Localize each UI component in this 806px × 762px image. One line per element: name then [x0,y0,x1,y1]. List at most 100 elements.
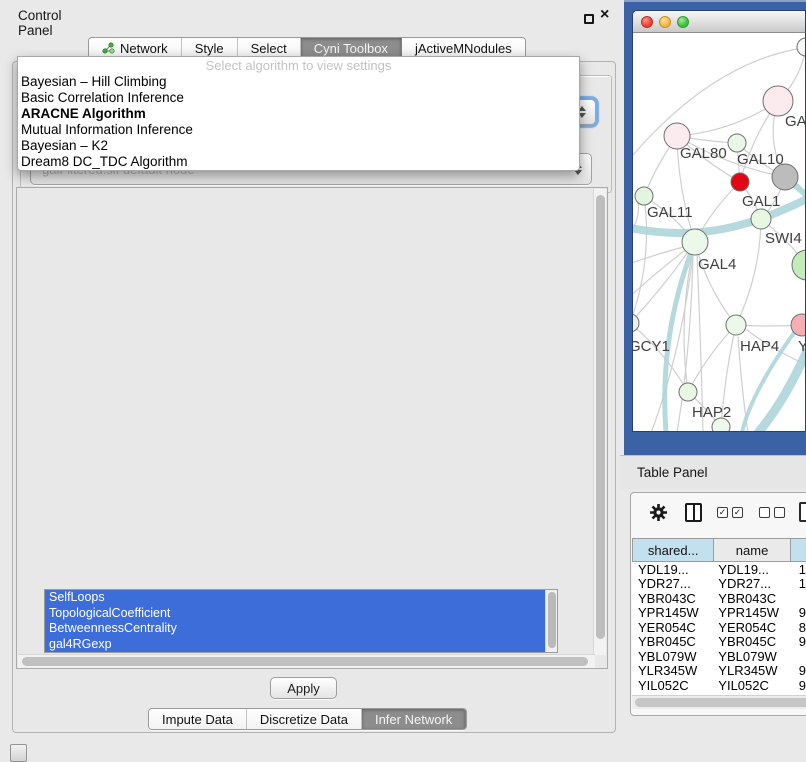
network-node[interactable] [792,250,806,280]
table-toolbar: ✓ ✓ [633,501,806,537]
table-cell: 13 [791,562,806,577]
scrollbar-thumb[interactable] [596,195,605,639]
tab-infer-network[interactable]: Infer Network [362,709,466,729]
dropdown-option[interactable]: Bayesian – K2 [18,138,579,154]
network-edge[interactable] [758,351,806,432]
table-panel: ✓ ✓ shared... name YDL19...YDL19...13YDR… [630,492,806,716]
network-node[interactable] [682,229,708,255]
dropdown-option[interactable]: Basic Correlation Inference [18,90,579,106]
network-node[interactable] [726,315,746,335]
table-row[interactable]: YER054CYER054C8. [632,620,806,635]
list-item[interactable]: BetweennessCentrality [45,621,546,637]
tab-network-label: Network [120,41,168,56]
network-node-label: GAL80 [680,145,727,162]
list-item[interactable]: TopologicalCoefficient [45,606,546,622]
table-cell: YIL052C [714,678,790,693]
network-edge[interactable] [677,101,778,136]
table-horizontal-scrollbar[interactable] [632,695,806,709]
table-row[interactable]: YBR043CYBR043C [632,591,806,606]
tab-style[interactable]: Style [182,38,238,58]
select-all-columns-icon[interactable]: ✓ ✓ [717,507,743,518]
table-cell: YIL052C [632,678,714,693]
dropdown-option[interactable]: Bayesian – Hill Climbing [18,74,579,90]
table-cell: YDR27... [632,576,714,591]
network-edge[interactable] [736,219,761,325]
column-header-name[interactable]: name [714,538,790,562]
network-node[interactable] [797,38,806,56]
network-view-panel: GALGAL80GAL10GAL1GAL11SWI4GAL4HAP4YGCY1H… [624,0,806,455]
node-table-rows: YDL19...YDL19...13YDR27...YDR27...12YBR0… [632,562,806,693]
export-table-icon[interactable] [799,502,806,522]
float-window-icon[interactable] [584,14,594,24]
table-cell: 8. [791,620,806,635]
control-panel-title: Control Panel [18,8,62,38]
columns-icon[interactable] [685,503,702,522]
table-cell: YPR145W [714,605,790,620]
zoom-traffic-light-icon[interactable] [677,16,689,28]
data-attributes-list: SelfLoops TopologicalCoefficient Between… [44,589,558,653]
network-node[interactable] [731,173,749,191]
deselect-all-columns-icon[interactable] [759,507,785,518]
network-node-label: GAL11 [647,204,693,221]
list-vertical-scrollbar[interactable] [545,590,557,652]
scrollbar-thumb[interactable] [635,698,806,707]
column-header-partial[interactable] [791,538,806,562]
table-header-row: shared... name [632,538,806,562]
scrollbar-thumb[interactable] [22,657,588,666]
network-node-label: GCY1 [633,338,670,355]
network-node-label: GAL4 [698,256,736,273]
network-node[interactable] [635,187,653,205]
close-traffic-light-icon[interactable] [641,16,653,28]
list-item[interactable]: SelfLoops [45,590,546,606]
tab-select[interactable]: Select [238,38,301,58]
network-edge[interactable] [633,242,695,323]
docked-panel-icon[interactable] [10,744,27,762]
tab-jactivemnodules[interactable]: jActiveMNodules [402,38,525,58]
network-node[interactable] [763,86,793,116]
network-window-titlebar[interactable] [633,11,805,33]
scrollbar-thumb[interactable] [548,592,556,648]
table-cell: YER054C [714,620,790,635]
node-table: shared... name YDL19...YDL19...13YDR27..… [632,538,806,696]
table-cell: YDL19... [632,562,714,577]
table-row[interactable]: YDR27...YDR27...12 [632,577,806,592]
network-node[interactable] [751,209,771,229]
tab-discretize-data[interactable]: Discretize Data [247,709,362,729]
network-node-label: GAL1 [742,193,780,210]
network-canvas[interactable]: GALGAL80GAL10GAL1GAL11SWI4GAL4HAP4YGCY1H… [633,33,806,432]
tab-impute-data[interactable]: Impute Data [149,709,247,729]
tab-cyni-toolbox[interactable]: Cyni Toolbox [301,38,402,58]
apply-button[interactable]: Apply [270,677,337,699]
dropdown-option[interactable]: Dream8 DC_TDC Algorithm [18,154,579,170]
list-item[interactable]: gal4RGexp [45,637,546,653]
dropdown-option[interactable]: Mutual Information Inference [18,122,579,138]
settings-horizontal-scrollbar[interactable] [18,654,595,668]
table-panel-header: Table Panel [620,455,806,489]
table-row[interactable]: YBL079WYBL079W [632,649,806,664]
table-row[interactable]: YLR345WYLR345W9. [632,664,806,679]
column-header-shared-name[interactable]: shared... [632,538,714,562]
settings-vertical-scrollbar[interactable] [593,189,606,655]
gear-icon[interactable] [649,503,668,522]
algorithm-dropdown-popup: Select algorithm to view settings Bayesi… [17,56,580,171]
dropdown-option-selected[interactable]: ARACNE Algorithm [18,106,579,122]
network-node-label: Y [798,338,806,355]
network-edge[interactable] [633,203,639,241]
table-row[interactable]: YIL052CYIL052C9 [632,678,806,693]
table-row[interactable]: YPR145WYPR145W9. [632,606,806,621]
table-cell: YBR043C [632,591,714,606]
network-node[interactable] [728,134,746,152]
network-edge[interactable] [633,196,646,323]
network-node[interactable] [679,383,697,401]
network-edge[interactable] [695,242,736,325]
close-icon[interactable]: × [600,6,609,24]
tab-network[interactable]: Network [89,38,182,58]
cyni-bottom-tabs: Impute Data Discretize Data Infer Networ… [148,708,467,730]
network-edge[interactable] [633,247,683,265]
minimize-traffic-light-icon[interactable] [659,16,671,28]
table-cell: YPR145W [632,605,714,620]
table-row[interactable]: YBR045CYBR045C9. [632,635,806,650]
table-row[interactable]: YDL19...YDL19...13 [632,562,806,577]
table-cell: YBR043C [714,591,790,606]
table-cell: YBL079W [632,649,714,664]
